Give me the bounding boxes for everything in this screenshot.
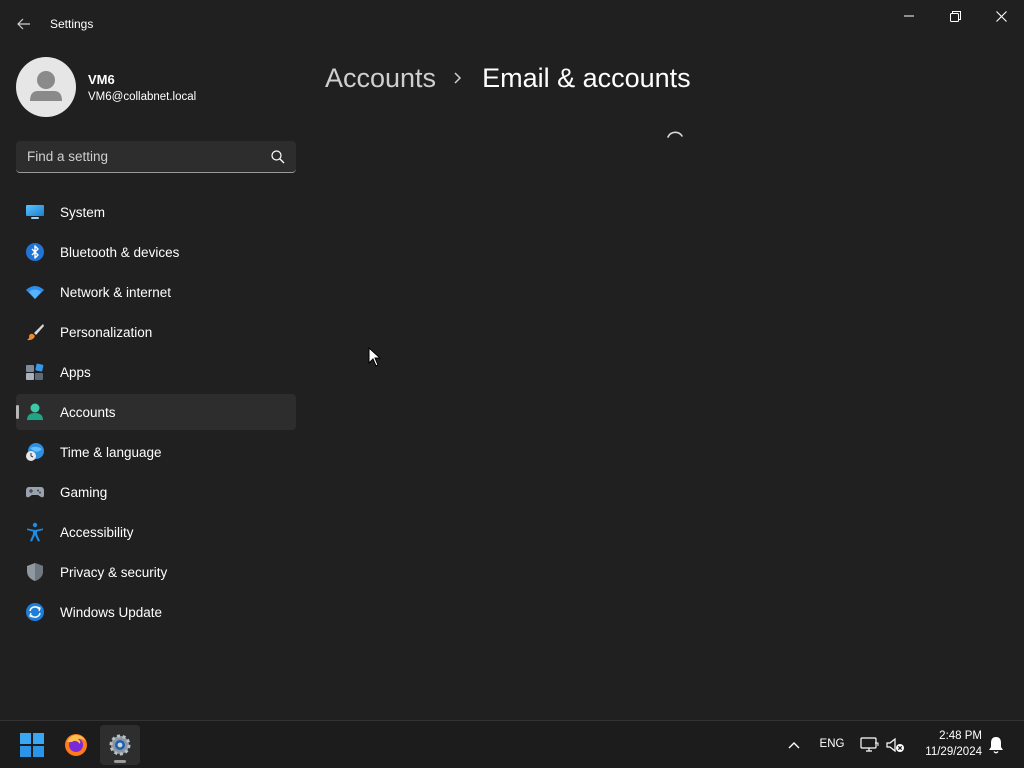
gear-icon xyxy=(109,734,131,756)
system-icon xyxy=(25,202,45,222)
sidebar-item-label: Accessibility xyxy=(60,525,134,540)
sidebar-item-privacy[interactable]: Privacy & security xyxy=(16,554,296,590)
taskbar-settings-button[interactable] xyxy=(100,725,140,765)
minimize-button[interactable] xyxy=(886,0,932,32)
running-indicator xyxy=(114,760,126,763)
windows-logo-icon xyxy=(20,733,44,757)
notification-bell-icon[interactable] xyxy=(986,735,1006,755)
restore-icon xyxy=(949,10,961,22)
sidebar-item-accounts[interactable]: Accounts xyxy=(16,394,296,430)
language-indicator[interactable]: ENG xyxy=(812,738,852,750)
sidebar-item-label: Bluetooth & devices xyxy=(60,245,180,260)
apps-icon xyxy=(25,362,45,382)
search-icon[interactable] xyxy=(270,149,286,165)
sidebar-item-windows-update[interactable]: Windows Update xyxy=(16,594,296,630)
sidebar-item-time-language[interactable]: Time & language xyxy=(16,434,296,470)
sidebar-item-label: Personalization xyxy=(60,325,153,340)
user-email: VM6@collabnet.local xyxy=(88,91,197,103)
brush-icon xyxy=(25,322,45,342)
minimize-icon xyxy=(904,15,914,17)
breadcrumb: Accounts Email & accounts xyxy=(325,58,691,98)
back-button[interactable] xyxy=(10,10,38,38)
start-button[interactable] xyxy=(12,725,52,765)
sidebar-item-bluetooth[interactable]: Bluetooth & devices xyxy=(16,234,296,270)
sidebar-item-accessibility[interactable]: Accessibility xyxy=(16,514,296,550)
sidebar-item-label: Apps xyxy=(60,365,91,380)
sidebar-item-label: Time & language xyxy=(60,445,162,460)
sidebar-item-gaming[interactable]: Gaming xyxy=(16,474,296,510)
accounts-icon xyxy=(25,402,45,422)
loading-spinner-icon xyxy=(667,131,683,138)
time-language-icon xyxy=(25,442,45,462)
update-icon xyxy=(25,602,45,622)
gamepad-icon xyxy=(25,482,45,502)
chevron-up-icon xyxy=(788,742,800,749)
page-title: Email & accounts xyxy=(482,62,691,93)
avatar[interactable] xyxy=(16,57,76,117)
volume-muted-icon[interactable] xyxy=(884,734,906,756)
bluetooth-icon xyxy=(25,242,45,262)
shield-icon xyxy=(25,562,45,582)
taskbar: ENG 2:48 PM 11/29/2024 xyxy=(0,720,1024,768)
sidebar-nav: System Bluetooth & devices Network & int… xyxy=(16,194,296,634)
sidebar-item-personalization[interactable]: Personalization xyxy=(16,314,296,350)
sidebar-item-label: Accounts xyxy=(60,405,116,420)
sidebar-item-label: Network & internet xyxy=(60,285,172,300)
close-icon xyxy=(995,10,1007,22)
search-input[interactable] xyxy=(16,141,266,172)
search-box xyxy=(16,141,296,173)
restore-button[interactable] xyxy=(932,0,978,32)
sidebar-item-label: Windows Update xyxy=(60,605,163,620)
firefox-icon xyxy=(65,734,87,756)
sidebar-item-label: Gaming xyxy=(60,485,108,500)
user-name: VM6 xyxy=(88,72,115,87)
show-hidden-icons-button[interactable] xyxy=(782,733,806,757)
accessibility-icon xyxy=(25,522,45,542)
sidebar-item-label: System xyxy=(60,205,106,220)
sidebar-item-apps[interactable]: Apps xyxy=(16,354,296,390)
sidebar-item-system[interactable]: System xyxy=(16,194,296,230)
user-placeholder-icon xyxy=(30,71,62,101)
sidebar-item-label: Privacy & security xyxy=(60,565,168,580)
chevron-right-icon xyxy=(454,71,466,85)
title-bar: Settings xyxy=(0,0,1024,48)
wifi-icon xyxy=(25,282,45,302)
settings-window: Settings VM6 VM6@collabnet.local System xyxy=(0,0,1024,720)
breadcrumb-parent-link[interactable]: Accounts xyxy=(325,63,436,94)
close-button[interactable] xyxy=(978,0,1024,32)
clock-date[interactable]: 11/29/2024 xyxy=(914,746,982,758)
app-title: Settings xyxy=(50,17,94,31)
mouse-cursor-icon xyxy=(368,347,382,367)
arrow-left-icon xyxy=(17,18,30,30)
selection-indicator xyxy=(16,405,19,419)
sidebar-item-network[interactable]: Network & internet xyxy=(16,274,296,310)
clock-time[interactable]: 2:48 PM xyxy=(914,730,982,742)
network-status-icon[interactable] xyxy=(858,734,880,756)
taskbar-firefox-button[interactable] xyxy=(56,725,96,765)
